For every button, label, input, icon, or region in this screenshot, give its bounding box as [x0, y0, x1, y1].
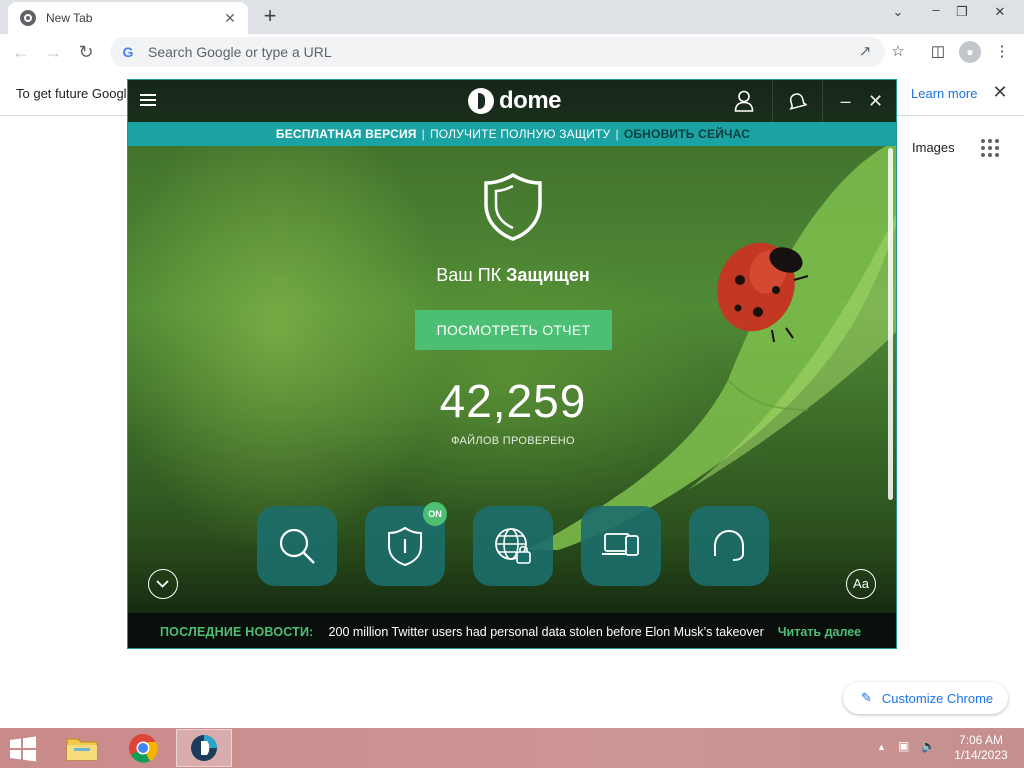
google-images-link[interactable]: Images: [912, 140, 955, 155]
tab-search-chevron-icon[interactable]: ⌄: [886, 4, 910, 20]
dome-logo-text: dome: [499, 87, 562, 114]
bookmark-star-icon[interactable]: ☆: [887, 41, 909, 63]
shield-icon: [388, 526, 422, 567]
hamburger-menu-icon[interactable]: [140, 94, 156, 106]
pencil-icon: ✎: [861, 690, 872, 705]
globe-lock-icon: [495, 528, 531, 564]
profile-avatar-icon[interactable]: ●: [959, 41, 981, 63]
learn-more-link[interactable]: Learn more: [911, 86, 977, 101]
news-headline[interactable]: 200 million Twitter users had personal d…: [329, 625, 764, 639]
latest-news-label: ПОСЛЕДНИЕ НОВОСТИ:: [160, 624, 314, 639]
notifications-bell-icon[interactable]: [772, 80, 820, 122]
on-status-badge: ON: [423, 502, 447, 526]
promo-separator: |: [421, 127, 425, 141]
files-scanned-count: 42,259: [439, 375, 587, 427]
tab-close-icon[interactable]: ✕: [222, 10, 238, 27]
omnibox[interactable]: G ↗: [110, 37, 885, 67]
devices-icon: [602, 533, 639, 556]
taskbar-clock[interactable]: 7:06 AM 1/14/2023: [950, 733, 1012, 763]
free-version-label: БЕСПЛАТНАЯ ВЕРСИЯ: [275, 127, 417, 141]
promo-separator: |: [615, 127, 619, 141]
windows-start-icon[interactable]: [8, 736, 38, 762]
get-full-protection-label: ПОЛУЧИТЕ ПОЛНУЮ ЗАЩИТУ: [429, 127, 611, 141]
windows-taskbar: ▲ ▣ 🔈 7:06 AM 1/14/2023: [0, 728, 1024, 768]
side-panel-icon[interactable]: ◫: [927, 41, 949, 63]
dome-taskbar-icon[interactable]: [176, 729, 232, 767]
forward-arrow-icon[interactable]: →: [41, 40, 65, 64]
read-more-link[interactable]: Читать далее: [778, 625, 861, 639]
dome-window-controls: – ✕: [822, 80, 896, 122]
protection-status: Ваш ПК Защищен: [128, 265, 896, 286]
font-size-button[interactable]: Aa: [846, 569, 876, 599]
info-bar-message: To get future Googl: [16, 86, 127, 101]
search-icon: [279, 528, 315, 564]
status-prefix: Ваш ПК: [436, 265, 502, 285]
tray-show-hidden-icon[interactable]: ▲: [877, 742, 886, 752]
dome-app-window: dome – ✕ БЕСПЛАТНАЯ ВЕРСИЯ | ПОЛУЧИТЕ ПОЛН…: [127, 79, 897, 649]
latest-news-bar: ПОСЛЕДНИЕ НОВОСТИ: 200 million Twitter u…: [128, 613, 896, 648]
dome-close-icon[interactable]: ✕: [866, 91, 886, 112]
dome-logo: dome: [468, 86, 562, 116]
restore-window-icon[interactable]: ❐: [950, 4, 974, 20]
dome-scrollbar[interactable]: [888, 148, 893, 500]
dome-minimize-icon[interactable]: –: [836, 91, 856, 112]
info-bar-close-icon[interactable]: ✕: [990, 82, 1010, 103]
back-arrow-icon[interactable]: ←: [9, 40, 33, 64]
volume-icon[interactable]: 🔈: [921, 739, 936, 753]
expand-chevron-down-icon[interactable]: [148, 569, 178, 599]
dome-header: dome – ✕: [128, 80, 896, 122]
support-feature-button[interactable]: [689, 506, 769, 586]
headset-icon: [714, 529, 744, 561]
browser-toolbar: ← → ↻ G ↗ ☆ ◫ ● ⋮: [0, 34, 1024, 70]
tab-new-tab[interactable]: New Tab ✕: [8, 2, 248, 34]
minimize-window-icon[interactable]: –: [924, 2, 948, 17]
close-window-icon[interactable]: ✕: [988, 4, 1012, 20]
tab-strip: New Tab ✕ + ⌄ – ❐ ✕: [0, 0, 1024, 34]
promo-bar: БЕСПЛАТНАЯ ВЕРСИЯ | ПОЛУЧИТЕ ПОЛНУЮ ЗАЩИТУ…: [128, 122, 896, 146]
web-protection-feature-button[interactable]: [473, 506, 553, 586]
clock-date: 1/14/2023: [954, 748, 1008, 762]
file-explorer-icon[interactable]: [54, 729, 110, 767]
devices-feature-button[interactable]: [581, 506, 661, 586]
reload-icon[interactable]: ↻: [74, 40, 98, 64]
google-apps-icon[interactable]: [981, 139, 999, 157]
share-icon[interactable]: ↗: [855, 42, 875, 62]
omnibox-input[interactable]: [148, 44, 808, 60]
clock-time: 7:06 AM: [958, 733, 1004, 747]
network-icon[interactable]: ▣: [898, 739, 909, 753]
update-now-link[interactable]: ОБНОВИТЬ СЕЙЧАС: [624, 127, 750, 141]
scan-feature-button[interactable]: [257, 506, 337, 586]
account-user-icon[interactable]: [720, 80, 768, 122]
view-report-button[interactable]: ПОСМОТРЕТЬ ОТЧЕТ: [415, 310, 612, 350]
protected-shield-icon: [484, 172, 542, 241]
status-value: Защищен: [506, 265, 590, 285]
customize-chrome-label: Customize Chrome: [881, 690, 994, 706]
chrome-menu-icon[interactable]: ⋮: [991, 41, 1013, 63]
chrome-favicon-icon: [20, 10, 36, 26]
new-tab-button[interactable]: +: [258, 5, 282, 29]
tab-title: New Tab: [46, 11, 93, 25]
files-scanned-label: ФАЙЛОВ ПРОВЕРЕНО: [451, 435, 575, 447]
customize-chrome-button[interactable]: ✎ Customize Chrome: [843, 682, 1008, 714]
google-g-icon: G: [122, 44, 134, 60]
chrome-taskbar-icon[interactable]: [115, 729, 171, 767]
dome-logo-icon: [468, 88, 494, 114]
